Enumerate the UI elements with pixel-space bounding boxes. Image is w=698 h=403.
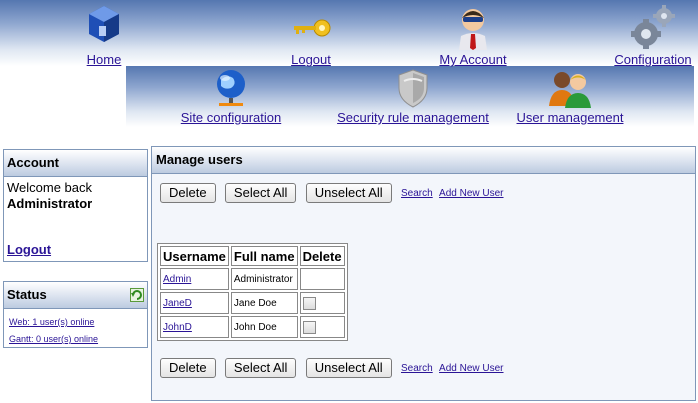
status-gantt-link[interactable]: Gantt: 0 user(s) online — [9, 331, 142, 348]
full-name-cell: Administrator — [230, 268, 298, 290]
full-name-cell: Jane Doe — [230, 292, 298, 314]
top-button-row: Delete Select All Unselect All Search Ad… — [160, 183, 507, 205]
search-link-bottom[interactable]: Search — [401, 363, 433, 374]
nav-home[interactable]: Home — [83, 2, 125, 67]
nav-my-account[interactable]: My Account — [435, 2, 511, 67]
account-panel: Account Welcome back Administrator Logou… — [3, 149, 148, 262]
select-all-button-bottom[interactable]: Select All — [224, 358, 297, 378]
table-row: Admin Administrator — [160, 268, 345, 290]
select-all-button-top[interactable]: Select All — [224, 183, 297, 203]
unselect-all-button-bottom[interactable]: Unselect All — [305, 358, 392, 378]
nav-site-configuration-link[interactable]: Site configuration — [178, 110, 284, 125]
nav-user-management[interactable]: User management — [514, 66, 626, 125]
add-new-user-link-top[interactable]: Add New User — [439, 188, 503, 199]
nav-security-rule-management[interactable]: Security rule management — [336, 66, 490, 125]
nav-site-configuration[interactable]: Site configuration — [178, 66, 284, 125]
username-link[interactable]: Admin — [163, 274, 191, 285]
refresh-icon[interactable] — [130, 288, 144, 302]
welcome-text: Welcome back — [7, 180, 93, 195]
add-new-user-link-bottom[interactable]: Add New User — [439, 363, 503, 374]
account-panel-body: Welcome back Administrator Logout — [4, 177, 147, 261]
nav-configuration-link[interactable]: Configuration — [612, 52, 694, 67]
nav-my-account-link[interactable]: My Account — [435, 52, 511, 67]
users-table: Username Full name Delete Admin Administ… — [157, 243, 348, 341]
account-username: Administrator — [7, 196, 93, 211]
delete-cell-empty — [299, 268, 345, 290]
globe-network-icon — [217, 70, 245, 106]
table-row: JohnD John Doe — [160, 316, 345, 338]
column-header-username: Username — [160, 246, 229, 266]
nav-logout-link[interactable]: Logout — [288, 52, 334, 67]
delete-checkbox[interactable] — [302, 296, 316, 310]
status-web-link[interactable]: Web: 1 user(s) online — [9, 314, 142, 331]
username-link[interactable]: JohnD — [163, 322, 192, 333]
nav-logout[interactable]: Logout — [288, 2, 334, 67]
full-name-cell: John Doe — [230, 316, 298, 338]
account-logout-link[interactable]: Logout — [7, 242, 51, 258]
delete-button-top[interactable]: Delete — [160, 183, 216, 203]
shield-icon — [398, 69, 428, 108]
account-panel-title: Account — [4, 150, 147, 177]
delete-checkbox[interactable] — [302, 320, 316, 334]
nav-home-link[interactable]: Home — [83, 52, 125, 67]
search-link-top[interactable]: Search — [401, 188, 433, 199]
column-header-delete: Delete — [299, 246, 345, 266]
nav-configuration[interactable]: Configuration — [612, 2, 694, 67]
delete-cell — [299, 316, 345, 338]
status-panel-body: Web: 1 user(s) online Gantt: 0 user(s) o… — [4, 309, 147, 353]
status-panel-header: Status — [4, 282, 147, 309]
table-row: JaneD Jane Doe — [160, 292, 345, 314]
status-panel-title: Status — [7, 287, 47, 302]
manage-users-title: Manage users — [152, 147, 695, 174]
user-avatar-icon — [459, 9, 487, 50]
gears-icon — [631, 5, 675, 49]
status-panel: Status Web: 1 user(s) online Gantt: 0 us… — [3, 281, 148, 348]
bottom-button-row: Delete Select All Unselect All Search Ad… — [160, 358, 507, 380]
nav-user-management-link[interactable]: User management — [514, 110, 626, 125]
users-group-icon — [549, 72, 591, 108]
home-cube-icon — [89, 6, 119, 42]
username-link[interactable]: JaneD — [163, 298, 192, 309]
users-table-header-row: Username Full name Delete — [160, 246, 345, 266]
nav-security-rule-management-link[interactable]: Security rule management — [336, 110, 490, 125]
unselect-all-button-top[interactable]: Unselect All — [305, 183, 392, 203]
delete-cell — [299, 292, 345, 314]
delete-button-bottom[interactable]: Delete — [160, 358, 216, 378]
key-icon — [294, 19, 331, 37]
manage-users-panel: Manage users Delete Select All Unselect … — [151, 146, 696, 401]
column-header-full-name: Full name — [230, 246, 298, 266]
